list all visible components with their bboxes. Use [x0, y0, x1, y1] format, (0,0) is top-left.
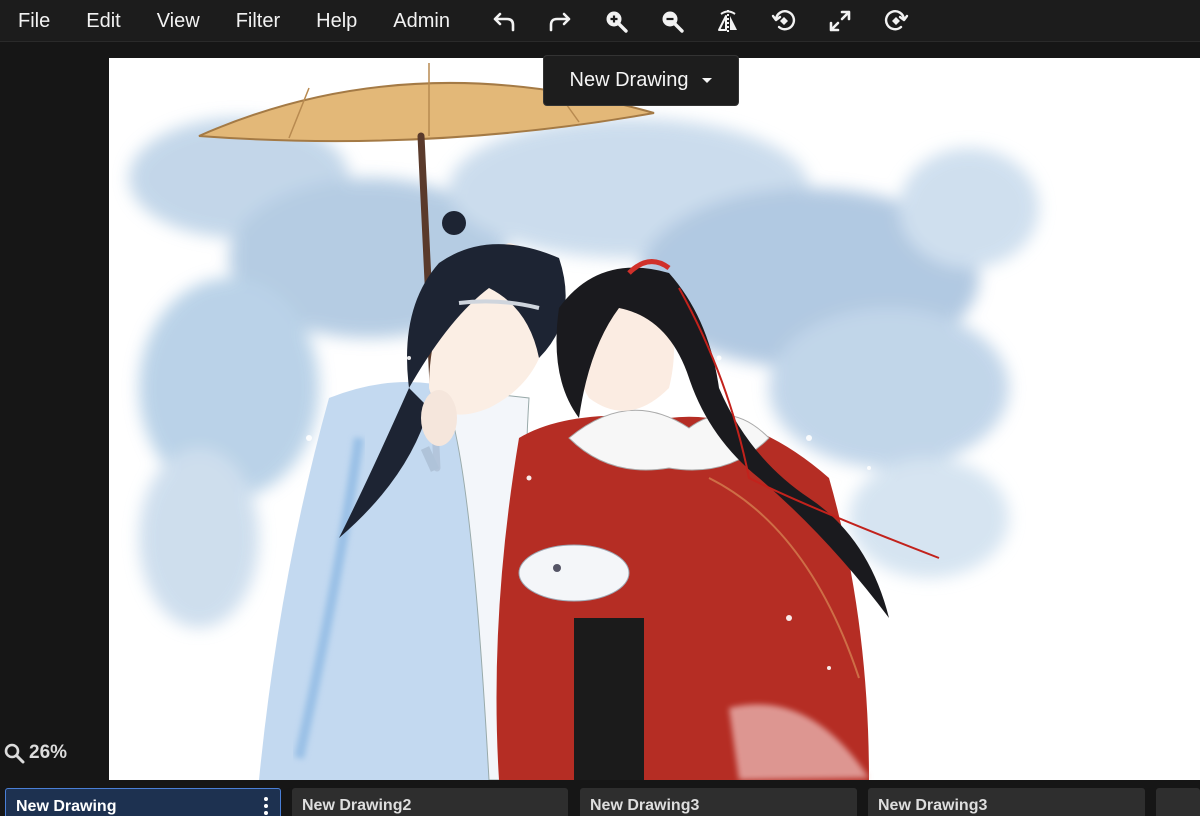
- tab-new-drawing3-b[interactable]: New Drawing3: [868, 788, 1145, 816]
- zoom-in-button[interactable]: [588, 5, 644, 37]
- menu-edit[interactable]: Edit: [68, 7, 138, 35]
- zoom-indicator[interactable]: 26%: [3, 742, 67, 764]
- redo-icon: [549, 12, 571, 31]
- menu-file[interactable]: File: [0, 7, 68, 35]
- menu-help[interactable]: Help: [298, 7, 375, 35]
- tab-new-drawing2[interactable]: New Drawing2: [292, 788, 568, 816]
- drawing-tabbar: New Drawing New Drawing2 New Drawing3 Ne…: [0, 782, 1200, 816]
- drawing-canvas[interactable]: [109, 58, 1200, 780]
- tab-label: New Drawing3: [590, 797, 700, 814]
- flip-horizontal-icon: [718, 9, 737, 32]
- tab-label: New Drawing: [16, 798, 117, 815]
- menubar: File Edit View Filter Help Admin: [0, 0, 1200, 42]
- undo-button[interactable]: [476, 5, 532, 37]
- redo-button[interactable]: [532, 5, 588, 37]
- tab-new-drawing3[interactable]: New Drawing3: [580, 788, 857, 816]
- menu-filter[interactable]: Filter: [218, 7, 298, 35]
- artwork-illustration: [129, 63, 1039, 780]
- zoom-out-icon: [662, 11, 684, 33]
- toolbar: [476, 5, 924, 37]
- tab-label: New Drawing3: [878, 797, 988, 814]
- tab-overflow[interactable]: [1156, 788, 1200, 816]
- fullscreen-button[interactable]: [812, 5, 868, 37]
- menu-view[interactable]: View: [139, 7, 218, 35]
- rotate-right-button[interactable]: [868, 5, 924, 37]
- menu-admin[interactable]: Admin: [375, 7, 468, 35]
- zoom-out-button[interactable]: [644, 5, 700, 37]
- caret-down-icon: [702, 78, 713, 83]
- rotate-left-icon: [771, 9, 796, 30]
- drawing-selector-label: New Drawing: [569, 69, 689, 91]
- undo-icon: [493, 12, 515, 31]
- flip-horizontal-button[interactable]: [700, 5, 756, 37]
- tab-label: New Drawing2: [302, 797, 412, 814]
- drawing-selector-dropdown[interactable]: New Drawing: [543, 55, 739, 106]
- more-vertical-icon[interactable]: [264, 797, 268, 815]
- fullscreen-icon: [829, 10, 851, 31]
- zoom-value: 26%: [29, 742, 68, 763]
- canvas-area[interactable]: [0, 43, 1200, 780]
- tab-new-drawing[interactable]: New Drawing: [5, 788, 281, 816]
- rotate-left-button[interactable]: [756, 5, 812, 37]
- zoom-in-icon: [606, 11, 628, 33]
- rotate-right-icon: [884, 9, 909, 30]
- magnifier-icon: [4, 743, 25, 764]
